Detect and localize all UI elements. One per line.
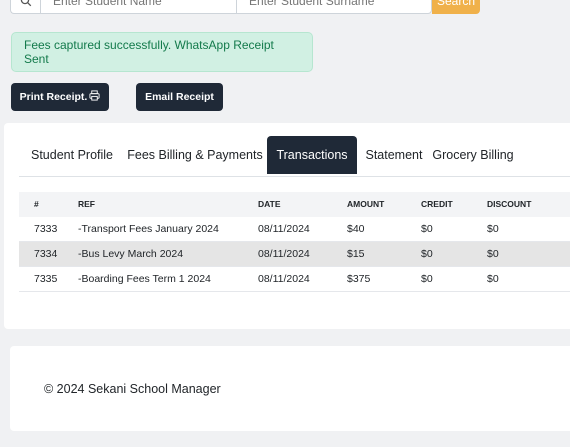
tab-fees-billing-payments[interactable]: Fees Billing & Payments xyxy=(124,136,266,174)
footer-copyright: © 2024 Sekani School Manager xyxy=(44,381,221,396)
cell-number: 7334 xyxy=(19,241,78,267)
cell-amount: $375 xyxy=(347,266,421,292)
column-header-ref: REF xyxy=(78,177,258,217)
cell-discount: $0 xyxy=(487,266,570,292)
print-receipt-button[interactable]: Print Receipt. xyxy=(11,83,109,111)
cell-amount: $15 xyxy=(347,241,421,267)
student-tabs: Student Profile Fees Billing & Payments … xyxy=(4,136,570,174)
cell-number: 7333 xyxy=(19,216,78,242)
email-receipt-button[interactable]: Email Receipt xyxy=(136,83,223,111)
transactions-table: # REF DATE AMOUNT CREDIT DISCOUNT 7333 -… xyxy=(19,177,570,292)
cell-number: 7335 xyxy=(19,266,78,292)
cell-discount: $0 xyxy=(487,216,570,242)
student-name-input[interactable] xyxy=(40,0,236,14)
table-header-row: # REF DATE AMOUNT CREDIT DISCOUNT xyxy=(19,177,570,217)
cell-ref: -Boarding Fees Term 1 2024 xyxy=(78,266,258,292)
transactions-table-wrapper: # REF DATE AMOUNT CREDIT DISCOUNT 7333 -… xyxy=(19,176,570,315)
student-details-card: Student Profile Fees Billing & Payments … xyxy=(4,123,570,329)
cell-ref: -Transport Fees January 2024 xyxy=(78,216,258,242)
search-icon xyxy=(10,0,40,14)
search-button[interactable]: Search xyxy=(432,0,480,14)
column-header-amount: AMOUNT xyxy=(347,177,421,217)
cell-discount: $0 xyxy=(487,241,570,267)
column-header-credit: CREDIT xyxy=(421,177,487,217)
tab-statement[interactable]: Statement xyxy=(360,136,428,174)
table-row: 7333 -Transport Fees January 2024 08/11/… xyxy=(19,216,570,242)
cell-date: 08/11/2024 xyxy=(258,216,347,242)
page-footer: © 2024 Sekani School Manager xyxy=(10,346,570,431)
column-header-number: # xyxy=(19,177,78,217)
table-row: 7335 -Boarding Fees Term 1 2024 08/11/20… xyxy=(19,266,570,292)
tab-transactions[interactable]: Transactions xyxy=(267,136,357,174)
tab-grocery-billing[interactable]: Grocery Billing xyxy=(428,136,518,174)
cell-amount: $40 xyxy=(347,216,421,242)
student-search-bar: Search xyxy=(10,0,480,14)
success-alert: Fees captured successfully. WhatsApp Rec… xyxy=(11,32,313,72)
cell-credit: $0 xyxy=(421,216,487,242)
column-header-date: DATE xyxy=(258,177,347,217)
email-receipt-label: Email Receipt xyxy=(145,91,214,103)
printer-icon xyxy=(89,90,100,104)
cell-date: 08/11/2024 xyxy=(258,241,347,267)
tab-student-profile[interactable]: Student Profile xyxy=(20,136,124,174)
success-alert-message: Fees captured successfully. WhatsApp Rec… xyxy=(24,38,274,66)
cell-date: 08/11/2024 xyxy=(258,266,347,292)
cell-credit: $0 xyxy=(421,241,487,267)
print-receipt-label: Print Receipt. xyxy=(19,91,88,103)
cell-credit: $0 xyxy=(421,266,487,292)
student-surname-input[interactable] xyxy=(236,0,432,14)
cell-ref: -Bus Levy March 2024 xyxy=(78,241,258,267)
column-header-discount: DISCOUNT xyxy=(487,177,570,217)
table-row: 7334 -Bus Levy March 2024 08/11/2024 $15… xyxy=(19,241,570,267)
